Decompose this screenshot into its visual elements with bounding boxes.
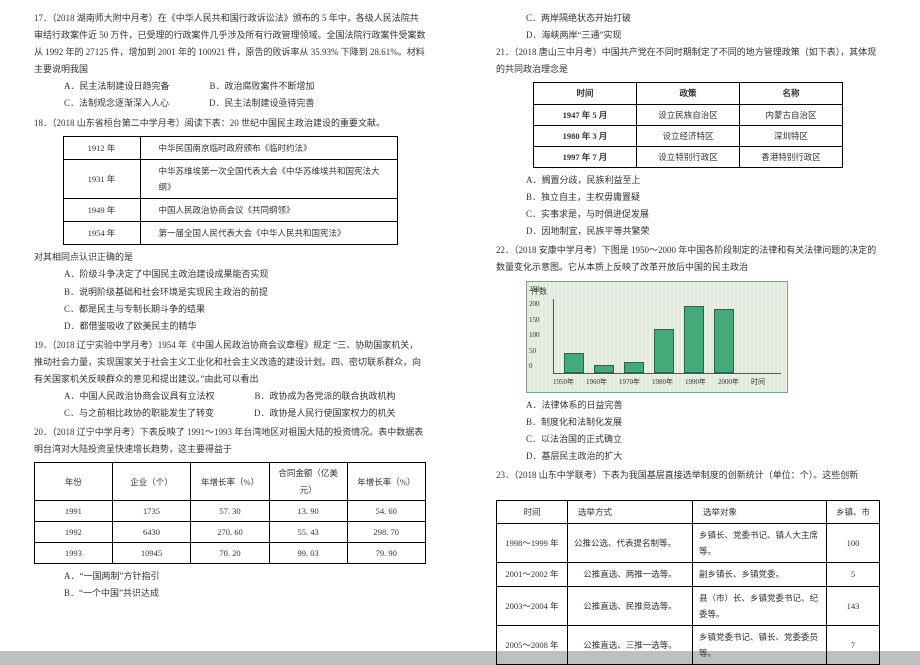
chart-bar bbox=[654, 329, 674, 373]
question-17: 17．（2018 湖南师大附中月考）在《中华人民共和国行政诉讼法》颁布的 5 年… bbox=[34, 10, 426, 113]
left-column: 17．（2018 湖南师大附中月考）在《中华人民共和国行政诉讼法》颁布的 5 年… bbox=[0, 0, 460, 651]
question-23: 23．（2018 山东中学联考）下表为我国基层直接选举制度的创新统计（单位：个）… bbox=[496, 467, 880, 665]
q20-opt-b: B．“一个中国”共识达成 bbox=[34, 585, 426, 602]
q22-stem: 22．（2018 安康中学月考）下图是 1950～2000 年中国各阶段制定的法… bbox=[496, 242, 880, 276]
q18-table: 1912 年中华民国南京临时政府颁布《临时约法》 1931 年中华苏维埃第一次全… bbox=[63, 136, 398, 246]
q23-table: 时间 选举方式 选举对象 乡镇、市 1998～1999 年公推公选、代表提名制等… bbox=[496, 500, 880, 665]
table-row: 1954 年第一届全国人民代表大会《中华人民共和国宪法》 bbox=[63, 222, 397, 245]
q22-opt-d: D．基层民主政治的扩大 bbox=[496, 448, 880, 465]
chart-xaxis: 1950年 1960年 1970年 1980年 1990年 2000年 时间 bbox=[527, 374, 787, 391]
chart-bar bbox=[564, 353, 584, 373]
q20-stem: 20．（2018 辽宁中学月考）下表反映了 1991～1993 年台湾地区对祖国… bbox=[34, 424, 426, 458]
q19-opt-c: C．与之前相比政协的职能发生了转变 bbox=[64, 405, 214, 422]
q22-opt-a: A．法律体系的日益完善 bbox=[496, 397, 880, 414]
table-row: 1998～1999 年公推公选、代表提名制等。乡镇长、党委书记、镇人大主席等。1… bbox=[497, 524, 880, 563]
chart-bar bbox=[714, 309, 734, 374]
table-row: 2003～2004 年公推直选、民推竞选等。县（市）长、乡镇党委书记、纪委等。1… bbox=[497, 586, 880, 625]
question-21: 21．（2018 唐山三中月考）中国共产党在不同时期制定了不同的地方管理政策（如… bbox=[496, 44, 880, 240]
q20-opt-d: D．海峡两岸“三通”实现 bbox=[496, 27, 880, 44]
table-row: 19926430270. 6055. 43298. 70 bbox=[35, 521, 426, 542]
q17-opt-b: B．政治腐败案件不断增加 bbox=[210, 78, 315, 95]
q19-opt-b: B．政协成为各党派的联合执政机构 bbox=[255, 388, 396, 405]
q22-opt-b: B．制度化和法制化发展 bbox=[496, 414, 880, 431]
exam-page: 17．（2018 湖南师大附中月考）在《中华人民共和国行政诉讼法》颁布的 5 年… bbox=[0, 0, 920, 651]
question-19: 19．（2018 辽宁实验中学月考）1954 年《中国人民政治协商会议章程》规定… bbox=[34, 337, 426, 422]
q18-opt-d: D．都借鉴吸收了欧美民主的精华 bbox=[34, 318, 426, 335]
table-row: 1947 年 5 月设立民族自治区内蒙古自治区 bbox=[534, 104, 843, 125]
table-row: 1991173557. 3013. 9054. 60 bbox=[35, 500, 426, 521]
q21-opt-a: A．搁置分歧，民族利益至上 bbox=[496, 172, 880, 189]
q18-opt-b: B．说明阶级基础和社会环境是实现民主政治的前提 bbox=[34, 284, 426, 301]
chart-yaxis: 250 200 150 100 50 0 bbox=[529, 286, 540, 379]
question-18: 18．（2018 山东省桓台第二中学月考）阅读下表：20 世纪中国民主政治建设的… bbox=[34, 115, 426, 335]
q20-opt-a: A．“一国两制”方针指引 bbox=[34, 568, 426, 585]
q20-opt-c: C．两岸隔绝状态开始打破 bbox=[496, 10, 880, 27]
q21-stem: 21．（2018 唐山三中月考）中国共产党在不同时期制定了不同的地方管理政策（如… bbox=[496, 44, 880, 78]
q20-table: 年份 企业（个） 年增长率（%） 合同金额（亿美元） 年增长率（%） 19911… bbox=[34, 462, 426, 564]
q21-opt-b: B．独立自主，主权毋庸置疑 bbox=[496, 189, 880, 206]
q18-opt-c: C．都是民主与专制长期斗争的结果 bbox=[34, 301, 426, 318]
q22-chart: 件数 250 200 150 100 50 0 1950年 1960年 1970… bbox=[526, 281, 788, 393]
table-row: 1997 年 7 月设立特别行政区香港特别行政区 bbox=[534, 146, 843, 167]
q18-stem: 18．（2018 山东省桓台第二中学月考）阅读下表：20 世纪中国民主政治建设的… bbox=[34, 115, 426, 132]
q17-opt-d: D．民主法制建设亟待完善 bbox=[209, 95, 315, 112]
table-row: 19931094570. 2099. 0379. 90 bbox=[35, 543, 426, 564]
q23-stem: 23．（2018 山东中学联考）下表为我国基层直接选举制度的创新统计（单位：个）… bbox=[496, 467, 880, 484]
q21-table: 时间政策名称 1947 年 5 月设立民族自治区内蒙古自治区 1980 年 3 … bbox=[533, 82, 843, 168]
right-column: C．两岸隔绝状态开始打破 D．海峡两岸“三通”实现 21．（2018 唐山三中月… bbox=[460, 0, 920, 651]
chart-bar bbox=[684, 306, 704, 374]
table-row: 时间 选举方式 选举对象 乡镇、市 bbox=[497, 500, 880, 523]
table-row: 1980 年 3 月设立经济特区深圳特区 bbox=[534, 125, 843, 146]
q18-tail: 对其相同点认识正确的是 bbox=[34, 249, 426, 266]
chart-plot-area bbox=[553, 299, 781, 375]
q19-stem: 19．（2018 辽宁实验中学月考）1954 年《中国人民政治协商会议章程》规定… bbox=[34, 337, 426, 388]
chart-ylabel: 件数 bbox=[527, 282, 787, 299]
table-row: 2001～2002 年公推直选、两推一选等。副乡镇长、乡镇党委。5 bbox=[497, 563, 880, 586]
question-22: 22．（2018 安康中学月考）下图是 1950～2000 年中国各阶段制定的法… bbox=[496, 242, 880, 465]
chart-bar bbox=[594, 365, 614, 373]
question-20: 20．（2018 辽宁中学月考）下表反映了 1991～1993 年台湾地区对祖国… bbox=[34, 424, 426, 602]
q18-opt-a: A．阶级斗争决定了中国民主政治建设成果能否实现 bbox=[34, 266, 426, 283]
table-row: 1931 年中华苏维埃第一次全国代表大会《中华苏维埃共和国宪法大纲》 bbox=[63, 159, 397, 198]
q17-stem: 17．（2018 湖南师大附中月考）在《中华人民共和国行政诉讼法》颁布的 5 年… bbox=[34, 10, 426, 78]
table-row: 1949 年中国人民政治协商会议《共同纲领》 bbox=[63, 199, 397, 222]
table-row: 1912 年中华民国南京临时政府颁布《临时约法》 bbox=[63, 136, 397, 159]
q21-opt-c: C．实事求是，与时俱进促发展 bbox=[496, 206, 880, 223]
table-row: 时间政策名称 bbox=[534, 83, 843, 104]
q19-opt-d: D．政协是人民行使国家权力的机关 bbox=[254, 405, 396, 422]
q22-opt-c: C．以法治国的正式确立 bbox=[496, 431, 880, 448]
chart-bar bbox=[624, 362, 644, 373]
q17-opt-c: C．法制观念逐渐深入人心 bbox=[64, 95, 169, 112]
q17-opt-a: A．民主法制建设日趋完备 bbox=[64, 78, 170, 95]
table-row: 年份 企业（个） 年增长率（%） 合同金额（亿美元） 年增长率（%） bbox=[35, 463, 426, 500]
q19-opt-a: A．中国人民政治协商会议具有立法权 bbox=[64, 388, 215, 405]
q21-opt-d: D．因地制宜，民族平等共繁荣 bbox=[496, 223, 880, 240]
table-row: 2005～2008 年公推直选、三推一选等。乡镇党委书记、镇长、党委委员等。7 bbox=[497, 625, 880, 664]
